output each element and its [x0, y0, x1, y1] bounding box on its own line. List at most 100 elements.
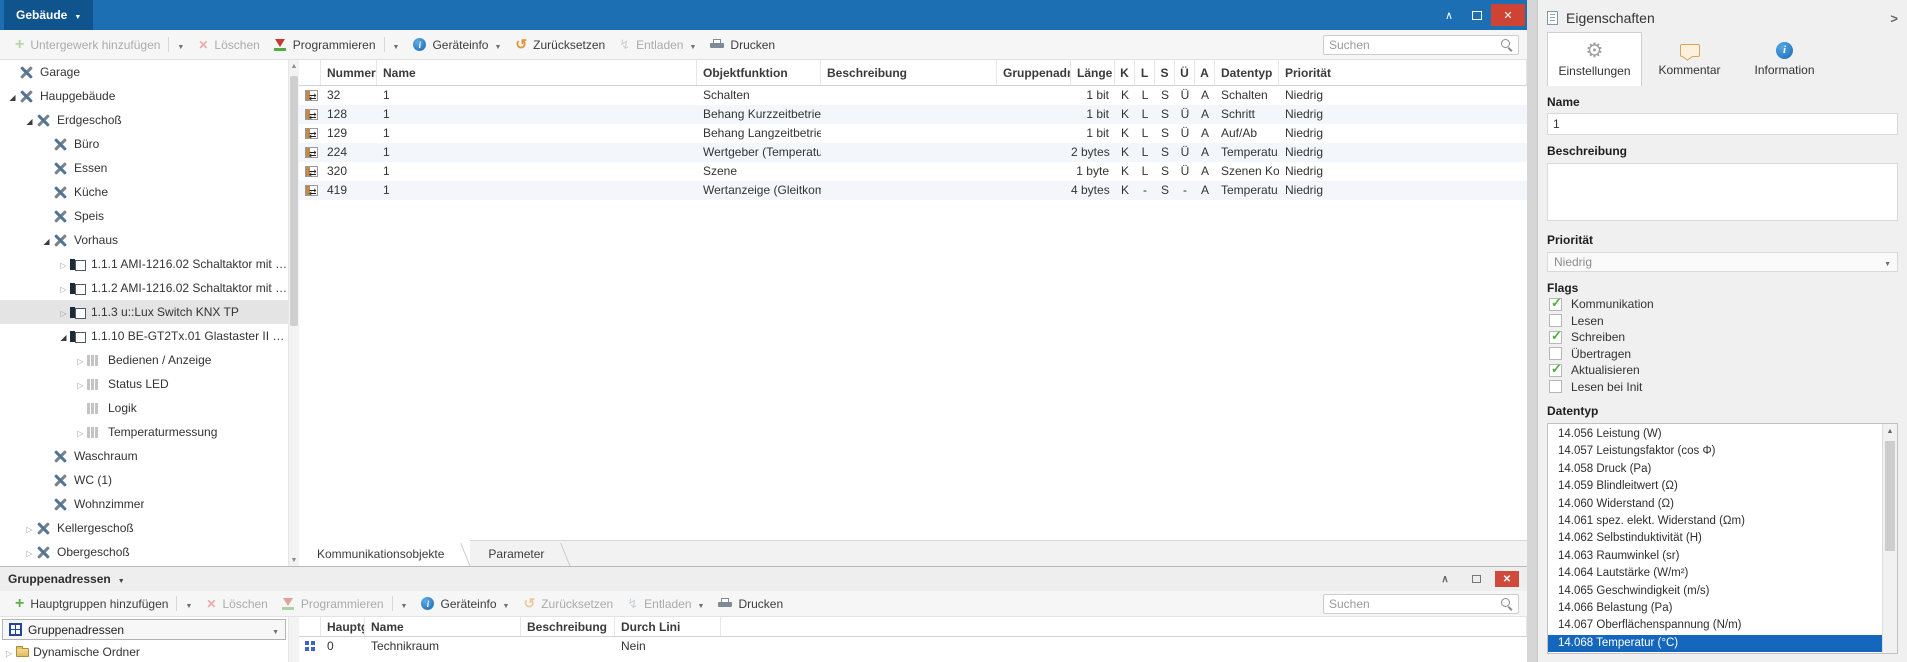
chevron-down-icon[interactable] [393, 38, 400, 52]
column-header-durch-linie[interactable]: Durch Lini [615, 617, 721, 636]
group-view-selector[interactable]: Gruppenadressen [2, 619, 286, 640]
checkbox[interactable] [1549, 363, 1562, 377]
datatype-option[interactable]: 14.068 Temperatur (°C) [1548, 634, 1897, 653]
column-header-s[interactable]: S [1155, 60, 1175, 85]
chevron-down-icon[interactable] [689, 38, 696, 52]
checkbox[interactable] [1549, 347, 1562, 361]
tree-item[interactable]: 1.1.2 AMI-1216.02 Schaltaktor mit Stro..… [0, 276, 288, 300]
chevron-down-icon[interactable] [401, 597, 408, 611]
tree-item[interactable]: Waschraum [0, 444, 288, 468]
column-header-datentyp[interactable]: Datentyp [1215, 60, 1279, 85]
datatype-option[interactable]: 14.065 Geschwindigkeit (m/s) [1548, 583, 1897, 600]
flag-row[interactable]: Aktualisieren [1547, 362, 1898, 379]
search-box[interactable] [1323, 34, 1519, 55]
tree-item[interactable]: Haupgebäude [0, 84, 288, 108]
datatype-option[interactable]: 14.063 Raumwinkel (sr) [1548, 548, 1897, 565]
close-panel-button[interactable] [1495, 571, 1519, 587]
properties-tab[interactable]: Information [1737, 32, 1832, 86]
tree-item[interactable]: Büro [0, 132, 288, 156]
column-header-beschreibung[interactable]: Beschreibung [521, 617, 615, 636]
priority-dropdown[interactable]: Niedrig [1547, 252, 1898, 272]
toolbar-button[interactable]: Entladen [620, 592, 711, 616]
expander[interactable] [57, 329, 70, 343]
collapse-panel-button[interactable] [1435, 4, 1463, 26]
tree-item[interactable]: Vorhaus [0, 228, 288, 252]
tree-item[interactable]: Kellergeschoß [0, 516, 288, 540]
toolbar-button[interactable]: Löschen [191, 33, 266, 57]
listbox-scrollbar[interactable]: ▲ [1882, 424, 1897, 653]
expander[interactable] [57, 281, 70, 295]
toolbar-button[interactable]: Drucken [703, 33, 782, 57]
toolbar-button[interactable]: Löschen [199, 592, 274, 616]
maximize-panel-button[interactable] [1463, 4, 1491, 26]
tree-item[interactable]: Essen [0, 156, 288, 180]
chevron-down-icon[interactable] [698, 597, 705, 611]
toolbar-button[interactable]: Geräteinfo [414, 592, 516, 616]
table-row[interactable]: 320 1 Szene 1 byte K L S Ü A Szenen Ko..… [299, 162, 1527, 181]
tree-item[interactable]: Erdgeschoß [0, 108, 288, 132]
tree-item[interactable]: WC (1) [0, 468, 288, 492]
dynamic-folders-item[interactable]: Dynamische Ordner [0, 642, 288, 661]
chevron-down-icon[interactable] [177, 38, 184, 52]
search-box[interactable] [1323, 593, 1519, 614]
column-header-prioritaet[interactable]: Priorität [1279, 60, 1527, 85]
scroll-up-icon[interactable]: ▲ [1883, 424, 1897, 439]
chevron-down-icon[interactable] [74, 8, 81, 22]
tree-scrollbar[interactable]: ▲ ▼ [288, 60, 299, 566]
table-row[interactable]: 128 1 Behang Kurzzeitbetrieb 1 bit K L S… [299, 105, 1527, 124]
flag-row[interactable]: Lesen bei Init [1547, 379, 1898, 396]
collapse-panel-button[interactable] [1433, 571, 1457, 587]
scroll-up-icon[interactable]: ▲ [289, 60, 299, 72]
toolbar-button[interactable]: Programmieren [275, 592, 415, 616]
table-row[interactable]: 419 1 Wertanzeige (Gleitkomma) 4 bytes K… [299, 181, 1527, 200]
flag-row[interactable]: Übertragen [1547, 346, 1898, 363]
datatype-option[interactable]: 14.067 Oberflächenspannung (N/m) [1548, 617, 1897, 634]
expander[interactable] [57, 305, 70, 319]
expander[interactable] [23, 545, 36, 559]
table-row[interactable]: 32 1 Schalten 1 bit K L S Ü A Schalten N… [299, 86, 1527, 105]
tree-item[interactable]: Bedienen / Anzeige [0, 348, 288, 372]
properties-tab[interactable]: Einstellungen [1547, 32, 1642, 86]
close-panel-button[interactable] [1491, 4, 1525, 26]
column-header-k[interactable]: K [1115, 60, 1135, 85]
tree-item[interactable]: Küche [0, 180, 288, 204]
expander[interactable] [40, 233, 53, 247]
toolbar-button[interactable]: Entladen [612, 33, 703, 57]
description-field[interactable] [1547, 163, 1898, 221]
table-row[interactable]: 129 1 Behang Langzeitbetrieb 1 bit K L S… [299, 124, 1527, 143]
toolbar-button[interactable]: Zurücksetzen [508, 33, 612, 57]
expander[interactable] [74, 377, 87, 391]
column-header-gruppenadresse[interactable]: Gruppenadre: [997, 60, 1071, 85]
toolbar-button[interactable]: Programmieren [267, 33, 407, 57]
properties-tab[interactable]: Kommentar [1642, 32, 1737, 86]
datatype-option[interactable]: 14.057 Leistungsfaktor (cos Φ) [1548, 443, 1897, 460]
panel-tab-gebaeude[interactable]: Gebäude [4, 0, 94, 30]
checkbox[interactable] [1549, 330, 1562, 344]
chevron-down-icon[interactable] [503, 597, 510, 611]
column-header-laenge[interactable]: Länge [1071, 60, 1115, 85]
column-header-name[interactable]: Name [365, 617, 521, 636]
table-row[interactable]: 224 1 Wertgeber (Temperatur) 2 bytes K L… [299, 143, 1527, 162]
expander[interactable] [74, 425, 87, 439]
toolbar-button[interactable]: Drucken [711, 592, 790, 616]
chevron-right-icon[interactable] [1890, 10, 1898, 26]
datatype-option[interactable]: 14.069 Absoluttemperatur (°C) [1548, 652, 1897, 653]
toolbar-button[interactable]: Untergewerk hinzufügen [8, 33, 191, 57]
datatype-option[interactable]: 14.059 Blindleitwert (Ω) [1548, 478, 1897, 495]
scrollbar-thumb[interactable] [290, 76, 298, 326]
column-header-beschreibung[interactable]: Beschreibung [821, 60, 997, 85]
datatype-option[interactable]: 14.061 spez. elekt. Widerstand (Ωm) [1548, 513, 1897, 530]
view-tab[interactable]: Kommunikationsobjekte [299, 540, 472, 567]
checkbox[interactable] [1549, 314, 1562, 328]
tree-item[interactable]: Speis [0, 204, 288, 228]
datatype-option[interactable]: 14.060 Widerstand (Ω) [1548, 496, 1897, 513]
column-header-name[interactable]: Name [377, 60, 697, 85]
expander[interactable] [57, 257, 70, 271]
maximize-panel-button[interactable] [1464, 571, 1488, 587]
chevron-down-icon[interactable] [185, 597, 192, 611]
toolbar-button[interactable]: Zurücksetzen [516, 592, 620, 616]
scroll-down-icon[interactable]: ▼ [289, 554, 299, 566]
search-input[interactable] [1329, 37, 1500, 52]
scrollbar-thumb[interactable] [1885, 441, 1895, 551]
search-input[interactable] [1329, 596, 1500, 611]
